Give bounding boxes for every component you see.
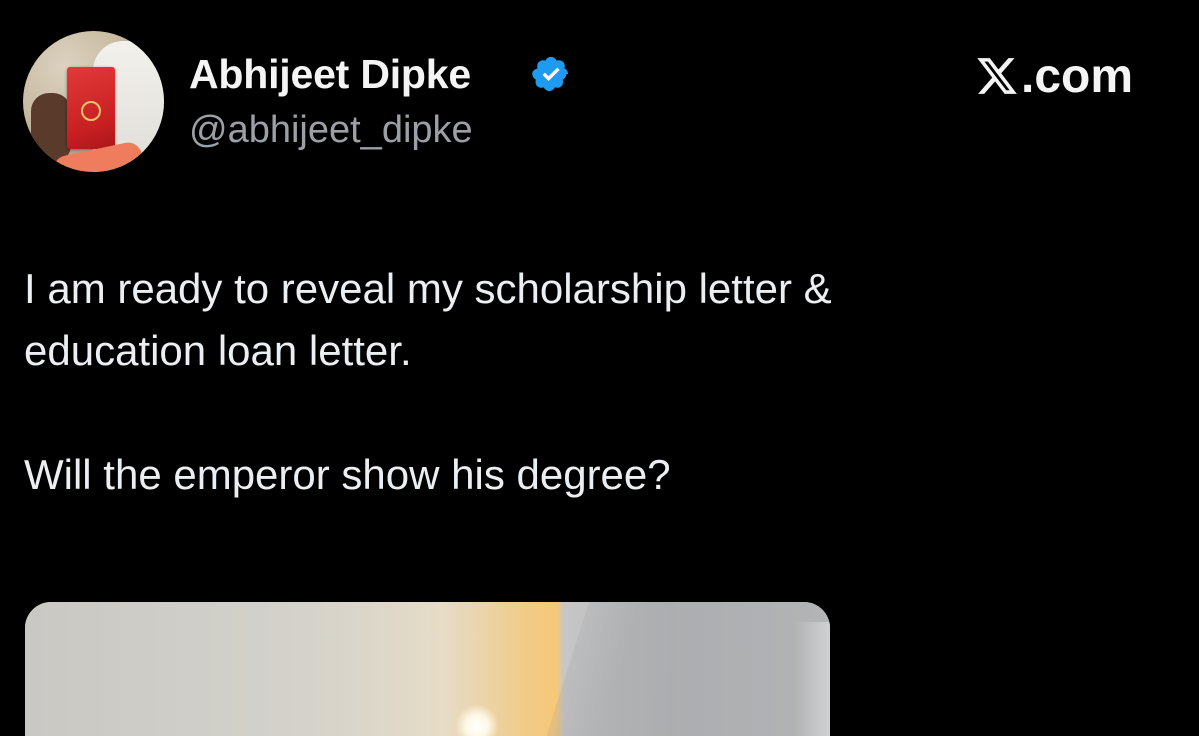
- tweet-line-2: education loan letter.: [24, 327, 412, 374]
- verified-badge-icon: [532, 56, 569, 92]
- site-watermark: .com: [975, 50, 1133, 104]
- avatar[interactable]: [23, 31, 164, 172]
- author-handle[interactable]: @abhijeet_dipke: [189, 106, 473, 154]
- tweet-card: Abhijeet Dipke @abhijeet_dipke .com I am…: [0, 0, 1199, 736]
- tweet-text: I am ready to reveal my scholarship lett…: [24, 258, 1144, 506]
- tweet-line-1: I am ready to reveal my scholarship lett…: [24, 265, 832, 312]
- tweet-line-3: Will the emperor show his degree?: [24, 451, 671, 498]
- avatar-book-emblem: [81, 101, 101, 121]
- photo-edge-highlight: [795, 622, 830, 736]
- x-logo-icon: [977, 58, 1017, 94]
- author-display-name[interactable]: Abhijeet Dipke: [189, 49, 471, 99]
- site-domain: .com: [1021, 50, 1134, 103]
- tweet-media-photo[interactable]: [25, 602, 830, 736]
- avatar-arm: [31, 93, 71, 163]
